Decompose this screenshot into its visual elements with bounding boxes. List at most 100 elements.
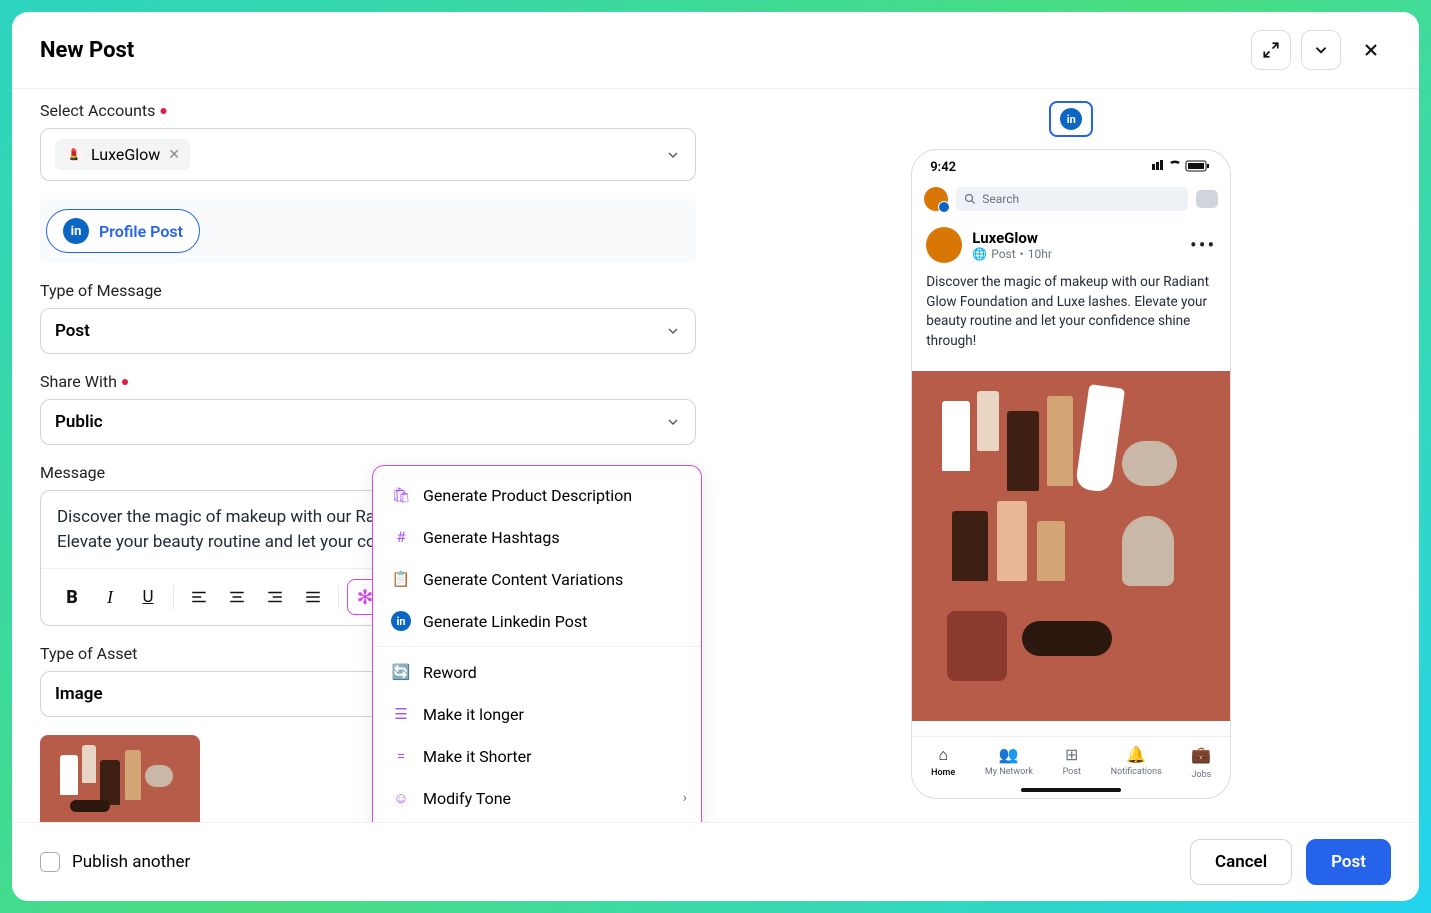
align-right-button[interactable]: [258, 580, 292, 614]
share-with-field: Share With● Public: [40, 372, 696, 445]
form-panel: Select Accounts● 💄 LuxeGlow ✕ in Profile…: [12, 89, 724, 822]
ai-make-longer[interactable]: ☰ Make it longer: [373, 693, 701, 735]
type-of-message-field: Type of Message Post: [40, 281, 696, 354]
profile-post-row: in Profile Post: [40, 199, 696, 263]
align-center-button[interactable]: [220, 580, 254, 614]
preview-platform-badge[interactable]: in: [1049, 101, 1093, 137]
phone-status-bar: 9:42: [912, 150, 1230, 181]
share-with-select[interactable]: Public: [40, 399, 696, 445]
search-icon: [964, 193, 976, 205]
clipboard-icon: 📋: [391, 569, 411, 589]
refresh-icon: 🔄: [391, 662, 411, 682]
ai-simplify[interactable]: ✦ Simplify Language: [373, 819, 701, 822]
bell-icon: 🔔: [1126, 745, 1146, 764]
menu-separator: [373, 646, 701, 647]
nav-jobs: 💼Jobs: [1191, 745, 1211, 780]
expand-icon: ☰: [391, 704, 411, 724]
asset-thumbnail[interactable]: [40, 735, 200, 822]
minimize-button[interactable]: [1251, 30, 1291, 70]
chat-icon: [1196, 190, 1218, 208]
chevron-down-icon: [665, 323, 681, 339]
type-of-message-select[interactable]: Post: [40, 308, 696, 354]
chevron-down-icon: [665, 147, 681, 163]
nav-home: ⌂Home: [931, 745, 955, 780]
select-accounts-label: Select Accounts●: [40, 101, 696, 120]
collapse-button[interactable]: [1301, 30, 1341, 70]
phone-avatar: [924, 187, 948, 211]
modal-footer: Publish another Cancel Post: [12, 822, 1419, 901]
ai-generate-product-description[interactable]: 🛍 Generate Product Description: [373, 474, 701, 516]
linkedin-icon: in: [63, 218, 89, 244]
select-accounts-field: Select Accounts● 💄 LuxeGlow ✕: [40, 101, 696, 181]
phone-search-row: Search: [912, 181, 1230, 217]
toolbar-divider: [173, 585, 174, 609]
modal-header: New Post: [12, 12, 1419, 89]
home-indicator: [1021, 788, 1121, 792]
phone-search-input: Search: [956, 187, 1188, 211]
face-icon: ☺: [391, 788, 411, 808]
ai-reword[interactable]: 🔄 Reword: [373, 651, 701, 693]
collapse-icon: =: [391, 746, 411, 766]
phone-nav-bar: ⌂Home 👥My Network ⊞Post 🔔Notifications 💼…: [912, 736, 1230, 784]
bold-button[interactable]: B: [55, 580, 89, 614]
underline-button[interactable]: U: [131, 580, 165, 614]
nav-notifications: 🔔Notifications: [1111, 745, 1162, 780]
ai-generate-variations[interactable]: 📋 Generate Content Variations: [373, 558, 701, 600]
type-of-message-label: Type of Message: [40, 281, 696, 300]
more-icon: •••: [1190, 233, 1216, 257]
account-chip: 💄 LuxeGlow ✕: [55, 139, 190, 170]
modal-body: Select Accounts● 💄 LuxeGlow ✕ in Profile…: [12, 89, 1419, 822]
type-of-asset-value: Image: [55, 684, 103, 704]
preview-post-text: Discover the magic of makeup with our Ra…: [926, 273, 1216, 351]
post-button[interactable]: Post: [1306, 839, 1391, 885]
nav-post: ⊞Post: [1063, 745, 1081, 780]
remove-chip-icon[interactable]: ✕: [168, 147, 180, 163]
close-button[interactable]: [1351, 30, 1391, 70]
preview-panel: in 9:42 Search: [724, 89, 1420, 822]
phone-time: 9:42: [930, 160, 956, 175]
select-accounts-input[interactable]: 💄 LuxeGlow ✕: [40, 128, 696, 181]
people-icon: 👥: [999, 745, 1019, 764]
align-left-button[interactable]: [182, 580, 216, 614]
preview-post-name: LuxeGlow: [972, 229, 1052, 247]
chevron-down-icon: [665, 414, 681, 430]
share-with-label: Share With●: [40, 372, 696, 391]
italic-button[interactable]: I: [93, 580, 127, 614]
align-justify-button[interactable]: [296, 580, 330, 614]
home-icon: ⌂: [938, 745, 948, 765]
publish-another-label: Publish another: [72, 852, 190, 872]
hashtag-icon: #: [391, 527, 411, 547]
chevron-right-icon: ›: [683, 790, 687, 806]
linkedin-icon: in: [391, 611, 411, 631]
phone-status-icons: [1152, 160, 1212, 175]
ai-generate-linkedin-post[interactable]: in Generate Linkedin Post: [373, 600, 701, 642]
account-avatar-icon: 💄: [65, 146, 83, 164]
preview-post-avatar: [926, 227, 962, 263]
profile-post-chip[interactable]: in Profile Post: [46, 209, 200, 253]
ai-modify-tone[interactable]: ☺ Modify Tone ›: [373, 777, 701, 819]
modal-title: New Post: [40, 38, 134, 63]
publish-another-checkbox[interactable]: [40, 852, 60, 872]
new-post-modal: New Post Select Accounts● 💄: [12, 12, 1419, 901]
globe-icon: 🌐: [972, 247, 987, 261]
type-of-message-value: Post: [55, 321, 90, 341]
toolbar-divider: [338, 585, 339, 609]
linkedin-icon: in: [1060, 108, 1082, 130]
header-actions: [1251, 30, 1391, 70]
nav-network: 👥My Network: [985, 745, 1033, 780]
ai-generate-hashtags[interactable]: # Generate Hashtags: [373, 516, 701, 558]
share-with-value: Public: [55, 412, 103, 432]
phone-preview: 9:42 Search: [911, 149, 1231, 799]
preview-post-meta: 🌐 Post • 10hr: [972, 247, 1052, 261]
preview-post-image: [912, 371, 1230, 721]
preview-post: LuxeGlow 🌐 Post • 10hr ••• Discover the …: [912, 217, 1230, 371]
ai-menu: 🛍 Generate Product Description # Generat…: [372, 465, 702, 822]
cancel-button[interactable]: Cancel: [1190, 839, 1292, 885]
account-chip-label: LuxeGlow: [91, 145, 160, 164]
publish-another-row: Publish another: [40, 852, 190, 872]
profile-post-label: Profile Post: [99, 222, 183, 241]
briefcase-icon: 💼: [1191, 745, 1211, 764]
plus-square-icon: ⊞: [1065, 745, 1078, 764]
preview-post-header: LuxeGlow 🌐 Post • 10hr •••: [926, 227, 1216, 263]
ai-make-shorter[interactable]: = Make it Shorter: [373, 735, 701, 777]
